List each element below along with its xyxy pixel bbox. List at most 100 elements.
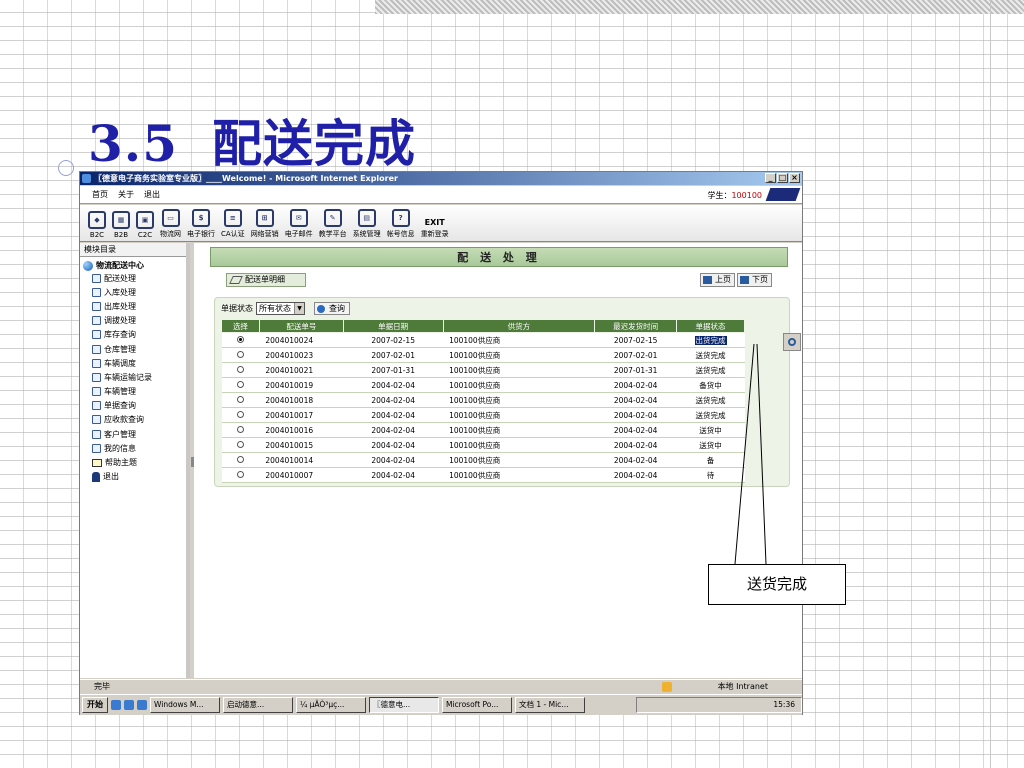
close-button[interactable]: × <box>789 173 800 183</box>
table-row[interactable]: 2004010017 2004-02-04 100100供应商 2004-02-04 送… <box>221 407 745 423</box>
row-radio[interactable] <box>236 365 244 373</box>
cell-status-text: 送货完成 <box>695 410 726 420</box>
toolbar-ca[interactable]: ≡ CA认证 <box>221 209 245 239</box>
cell-supplier-text: 100100供应商 <box>449 380 501 390</box>
sidebar-item-label: 车辆运输记录 <box>104 372 152 382</box>
toolbar-label: CA认证 <box>221 230 245 238</box>
desktop-quicklaunch-icon[interactable] <box>124 700 134 710</box>
windows-taskbar: 开始 Windows M... 启动德意... ¼ µÄÒ³µç... 〖德意电...… <box>80 694 802 715</box>
row-radio[interactable] <box>236 395 244 403</box>
toolbar-b2c[interactable]: ◆ B2C <box>88 211 106 239</box>
next-page-button[interactable]: 下页 <box>737 273 772 287</box>
row-radio[interactable] <box>236 410 244 418</box>
cell-supplier: 100100供应商 <box>443 452 595 468</box>
sidebar-item[interactable]: 退出 <box>80 470 186 484</box>
toolbar-ebank[interactable]: $ 电子银行 <box>187 209 215 239</box>
cell-order-no: 2004010007 <box>259 467 344 483</box>
row-radio[interactable] <box>236 380 244 388</box>
table-row[interactable]: 2004010016 2004-02-04 100100供应商 2004-02-04 送… <box>221 422 745 438</box>
cell-date-text: 2007-02-01 <box>371 350 415 360</box>
sidebar-item[interactable]: 我的信息 <box>80 441 186 455</box>
taskbar-task[interactable]: Microsoft Po... <box>442 697 512 713</box>
table-row[interactable]: 2004010023 2007-02-01 100100供应商 2007-02-01 送… <box>221 347 745 363</box>
sidebar-item-label: 帮助主题 <box>105 458 137 468</box>
table-row[interactable]: 2004010018 2004-02-04 100100供应商 2004-02-04 送… <box>221 392 745 408</box>
search-float-button[interactable] <box>783 333 801 351</box>
sidebar-item[interactable]: 调拔处理 <box>80 314 186 328</box>
sidebar-item[interactable]: 帮助主题 <box>80 455 186 469</box>
table-row[interactable]: 2004010019 2004-02-04 100100供应商 2004-02-04 备… <box>221 377 745 393</box>
toolbar-b2b[interactable]: ▦ B2B <box>112 211 130 239</box>
cell-deadline: 2007-02-01 <box>594 347 677 363</box>
row-radio[interactable] <box>236 335 244 343</box>
cell-date-text: 2004-02-04 <box>371 380 415 390</box>
cell-supplier: 100100供应商 <box>443 377 595 393</box>
status-select[interactable]: 所有状态 ▼ <box>256 302 305 315</box>
brand-logo <box>765 188 801 201</box>
page-icon <box>92 316 101 326</box>
page-icon <box>92 372 101 382</box>
row-radio[interactable] <box>236 350 244 358</box>
sidebar-item[interactable]: 出库处理 <box>80 299 186 313</box>
toolbar-logistics[interactable]: ▭ 物流网 <box>160 209 181 239</box>
system-tray: 15:36 <box>636 697 802 713</box>
slide-title: 3.5 配送完成 <box>88 104 416 176</box>
sidebar-root[interactable]: 物流配送中心 <box>80 260 186 271</box>
row-radio[interactable] <box>236 425 244 433</box>
cell-select <box>221 392 260 408</box>
detail-button[interactable]: 配送单明细 <box>226 273 306 287</box>
teaching-icon: ✎ <box>323 209 342 227</box>
toolbar-relogin[interactable]: EXIT 重新登录 <box>421 218 449 239</box>
taskbar-task[interactable]: 文档 1 - Mic... <box>515 697 585 713</box>
table-row[interactable]: 2004010007 2004-02-04 100100供应商 2004-02-04 待 <box>221 467 745 483</box>
sidebar-item[interactable]: 客户管理 <box>80 427 186 441</box>
cell-status-text: 送货完成 <box>695 350 726 360</box>
ie-quicklaunch-icon[interactable] <box>111 700 121 710</box>
toolbar-teaching[interactable]: ✎ 教学平台 <box>319 209 347 239</box>
sidebar-item-label: 调拔处理 <box>104 316 136 326</box>
toolbar-label: 电子银行 <box>187 230 215 238</box>
toolbar-account[interactable]: ? 帐号信息 <box>387 209 415 239</box>
taskbar-task[interactable]: Windows M... <box>150 697 220 713</box>
table-row[interactable]: 2004010021 2007-01-31 100100供应商 2007-01-31 送… <box>221 362 745 378</box>
taskbar-task[interactable]: ¼ µÄÒ³µç... <box>296 697 366 713</box>
table-row[interactable]: 2004010024 2007-02-15 100100供应商 2007-02-15 出… <box>221 332 745 348</box>
table-row[interactable]: 2004010014 2004-02-04 100100供应商 2004-02-04 备 <box>221 452 745 468</box>
sidebar-item[interactable]: 仓库管理 <box>80 342 186 356</box>
toolbar-label: B2C <box>89 231 105 239</box>
status-select-value: 所有状态 <box>259 304 291 313</box>
row-radio[interactable] <box>236 470 244 478</box>
menu-logout[interactable]: 退出 <box>144 189 160 200</box>
table-row[interactable]: 2004010015 2004-02-04 100100供应商 2004-02-04 送… <box>221 437 745 453</box>
menu-about[interactable]: 关于 <box>118 189 134 200</box>
console-quicklaunch-icon[interactable] <box>137 700 147 710</box>
status-bar: 完毕 本地 Intranet <box>80 679 802 693</box>
toolbar-c2c[interactable]: ▣ C2C <box>136 211 154 239</box>
window-titlebar[interactable]: 〖德意电子商务实验室专业版〗____Welcome! - Microsoft I… <box>80 172 802 185</box>
sidebar-item[interactable]: 配送处理 <box>80 271 186 285</box>
sidebar-item[interactable]: 单据查询 <box>80 399 186 413</box>
sidebar-item[interactable]: 车辆运输记录 <box>80 370 186 384</box>
maximize-button[interactable]: □ <box>777 173 788 183</box>
toolbar-email[interactable]: ✉ 电子邮件 <box>285 209 313 239</box>
sidebar-item[interactable]: 应收款查询 <box>80 413 186 427</box>
cell-supplier-text: 100100供应商 <box>449 425 501 435</box>
cell-status-text: 待 <box>706 470 715 480</box>
toolbar-marketing[interactable]: ⊞ 网络营销 <box>251 209 279 239</box>
sidebar-item[interactable]: 入库处理 <box>80 285 186 299</box>
prev-page-button[interactable]: 上页 <box>700 273 735 287</box>
query-button[interactable]: 查询 <box>314 302 350 315</box>
sidebar-item[interactable]: 库存查询 <box>80 328 186 342</box>
taskbar-task[interactable]: 〖德意电... <box>369 697 439 713</box>
toolbar-label: 网络营销 <box>250 230 279 238</box>
row-radio[interactable] <box>236 455 244 463</box>
menu-home[interactable]: 首页 <box>92 189 108 200</box>
toolbar-system[interactable]: ▤ 系统管理 <box>353 209 381 239</box>
sidebar-item[interactable]: 车辆管理 <box>80 385 186 399</box>
start-button[interactable]: 开始 <box>82 697 108 713</box>
taskbar-task[interactable]: 启动德意... <box>223 697 293 713</box>
minimize-button[interactable]: _ <box>765 173 776 183</box>
row-radio[interactable] <box>236 440 244 448</box>
sidebar-item[interactable]: 车辆调度 <box>80 356 186 370</box>
help-icon <box>92 458 102 467</box>
